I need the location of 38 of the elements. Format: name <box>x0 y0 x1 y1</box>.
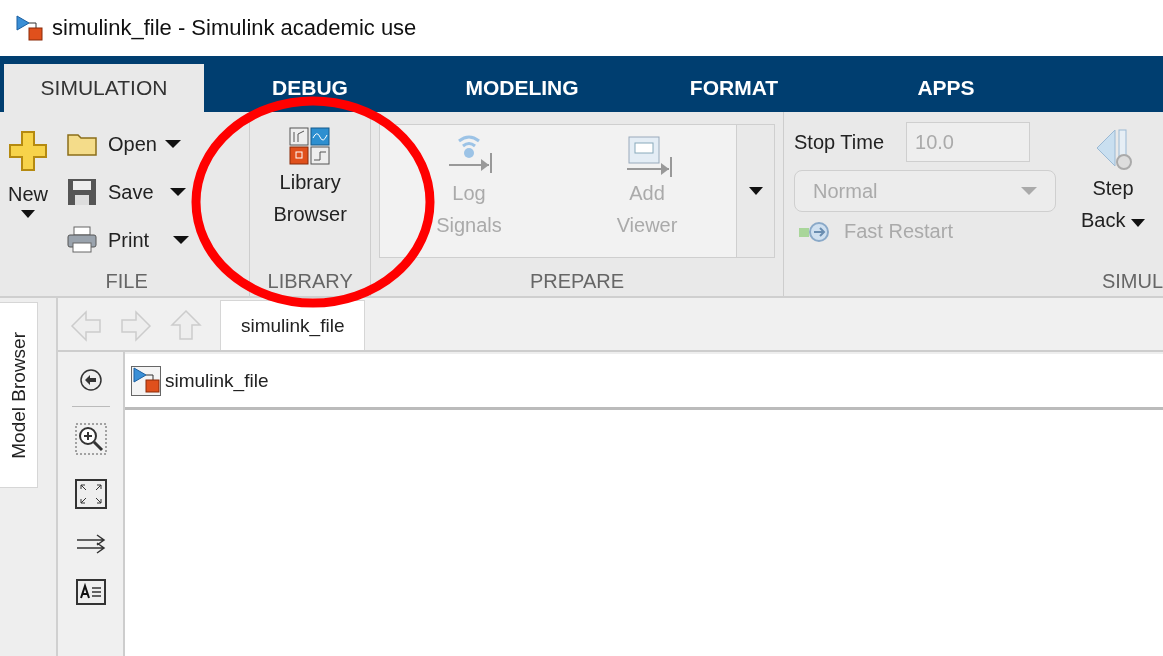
ribbon-tab[interactable]: APPS <box>840 64 1052 112</box>
ribbon-tab[interactable]: FORMAT <box>628 64 840 112</box>
annotation-icon[interactable] <box>75 579 106 605</box>
caret-icon <box>169 188 186 196</box>
caret-icon <box>1131 219 1146 227</box>
editor-tab[interactable]: simulink_file <box>220 300 366 350</box>
menu-button[interactable]: Open <box>62 122 161 166</box>
model-icon <box>131 365 161 396</box>
breadcrumb-link[interactable]: simulink_file <box>131 365 269 396</box>
section-label: LIBRARY <box>266 269 354 294</box>
section-label: PREPARE <box>528 269 626 294</box>
back-circle-icon[interactable] <box>78 368 103 392</box>
fit-view-icon[interactable] <box>74 479 107 509</box>
field-label: Stop Time <box>794 130 885 154</box>
zoom-in-icon[interactable] <box>74 423 107 455</box>
library-grid-icon <box>288 126 333 166</box>
library-browser-button[interactable]: Library Browser <box>262 122 359 234</box>
caret-icon <box>1021 187 1037 195</box>
printer-icon <box>66 225 98 255</box>
ribbon-tab[interactable]: SIMULATION <box>4 64 204 112</box>
section-label: SIMUL <box>1100 269 1163 294</box>
menu-button[interactable]: Save <box>62 170 158 214</box>
ribbon-tab[interactable]: MODELING <box>416 64 628 112</box>
model-icon <box>14 14 44 42</box>
caret-icon <box>748 187 763 195</box>
window-title: simulink_file - Simulink academic use <box>52 15 417 41</box>
menu-button[interactable]: Print <box>62 218 154 262</box>
section-label: FILE <box>104 269 149 294</box>
new-button[interactable]: New <box>4 122 52 224</box>
caret-icon <box>173 236 190 244</box>
step-back-button[interactable]: Step Back <box>1068 122 1158 240</box>
caret-icon <box>164 140 181 148</box>
side-tab[interactable]: Model Browser <box>0 302 38 488</box>
double-arrow-icon[interactable] <box>74 533 107 555</box>
caret-icon <box>21 210 35 218</box>
plus-icon <box>8 130 48 172</box>
ribbon-tab[interactable]: DEBUG <box>204 64 416 112</box>
restart-icon <box>798 220 830 243</box>
